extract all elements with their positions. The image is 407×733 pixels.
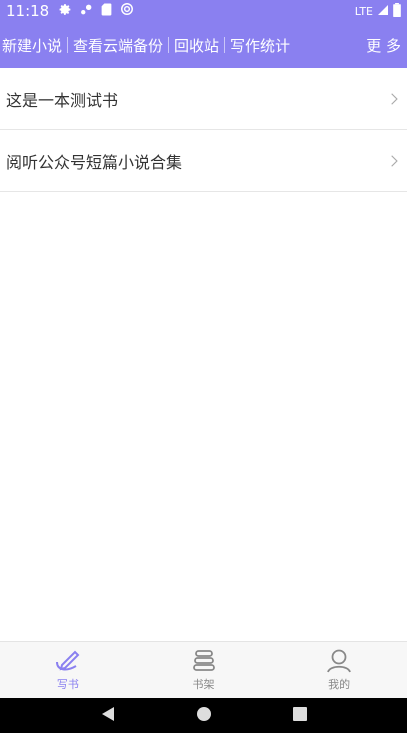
tab-label: 写书 bbox=[56, 678, 79, 691]
tab-label: 我的 bbox=[328, 678, 351, 691]
write-book-icon bbox=[55, 650, 80, 671]
more-button[interactable]: 更 多 bbox=[366, 35, 407, 56]
signal-icon bbox=[377, 4, 389, 19]
battery-icon bbox=[393, 2, 401, 20]
list-item[interactable]: 这是一本测试书 bbox=[0, 68, 407, 130]
top-toolbar: 新建小说 查看云端备份 回收站 写作统计 更 多 bbox=[0, 22, 407, 68]
book-title: 阅听公众号短篇小说合集 bbox=[6, 152, 183, 172]
sync-icon bbox=[120, 2, 134, 20]
list-item[interactable]: 阅听公众号短篇小说合集 bbox=[0, 130, 407, 192]
status-bar: 11:18 LTE bbox=[0, 0, 407, 22]
bottom-nav: 写书 书架 我的 bbox=[0, 641, 407, 698]
system-nav-bar bbox=[0, 698, 407, 733]
new-novel-button[interactable]: 新建小说 bbox=[0, 35, 67, 56]
tab-label: 书架 bbox=[192, 678, 215, 691]
profile-icon bbox=[327, 649, 352, 673]
home-icon[interactable] bbox=[196, 706, 212, 726]
cloud-backup-button[interactable]: 查看云端备份 bbox=[68, 35, 168, 56]
book-title: 这是一本测试书 bbox=[6, 90, 119, 110]
bookshelf-icon bbox=[192, 650, 215, 671]
network-type: LTE bbox=[354, 4, 373, 18]
sd-card-icon bbox=[101, 3, 112, 20]
recycle-bin-button[interactable]: 回收站 bbox=[169, 35, 224, 56]
shuffle-icon bbox=[80, 3, 93, 20]
status-time: 11:18 bbox=[6, 2, 50, 20]
book-list: 这是一本测试书 阅听公众号短篇小说合集 bbox=[0, 68, 407, 192]
tab-bookshelf[interactable]: 书架 bbox=[136, 642, 272, 698]
chevron-right-icon bbox=[391, 154, 398, 167]
tab-write-book[interactable]: 写书 bbox=[0, 642, 136, 698]
tab-profile[interactable]: 我的 bbox=[271, 642, 407, 698]
gear-icon bbox=[59, 3, 72, 20]
chevron-right-icon bbox=[391, 92, 398, 105]
recents-icon[interactable] bbox=[292, 706, 307, 725]
back-icon[interactable] bbox=[100, 706, 116, 726]
writing-stats-button[interactable]: 写作统计 bbox=[225, 35, 295, 56]
